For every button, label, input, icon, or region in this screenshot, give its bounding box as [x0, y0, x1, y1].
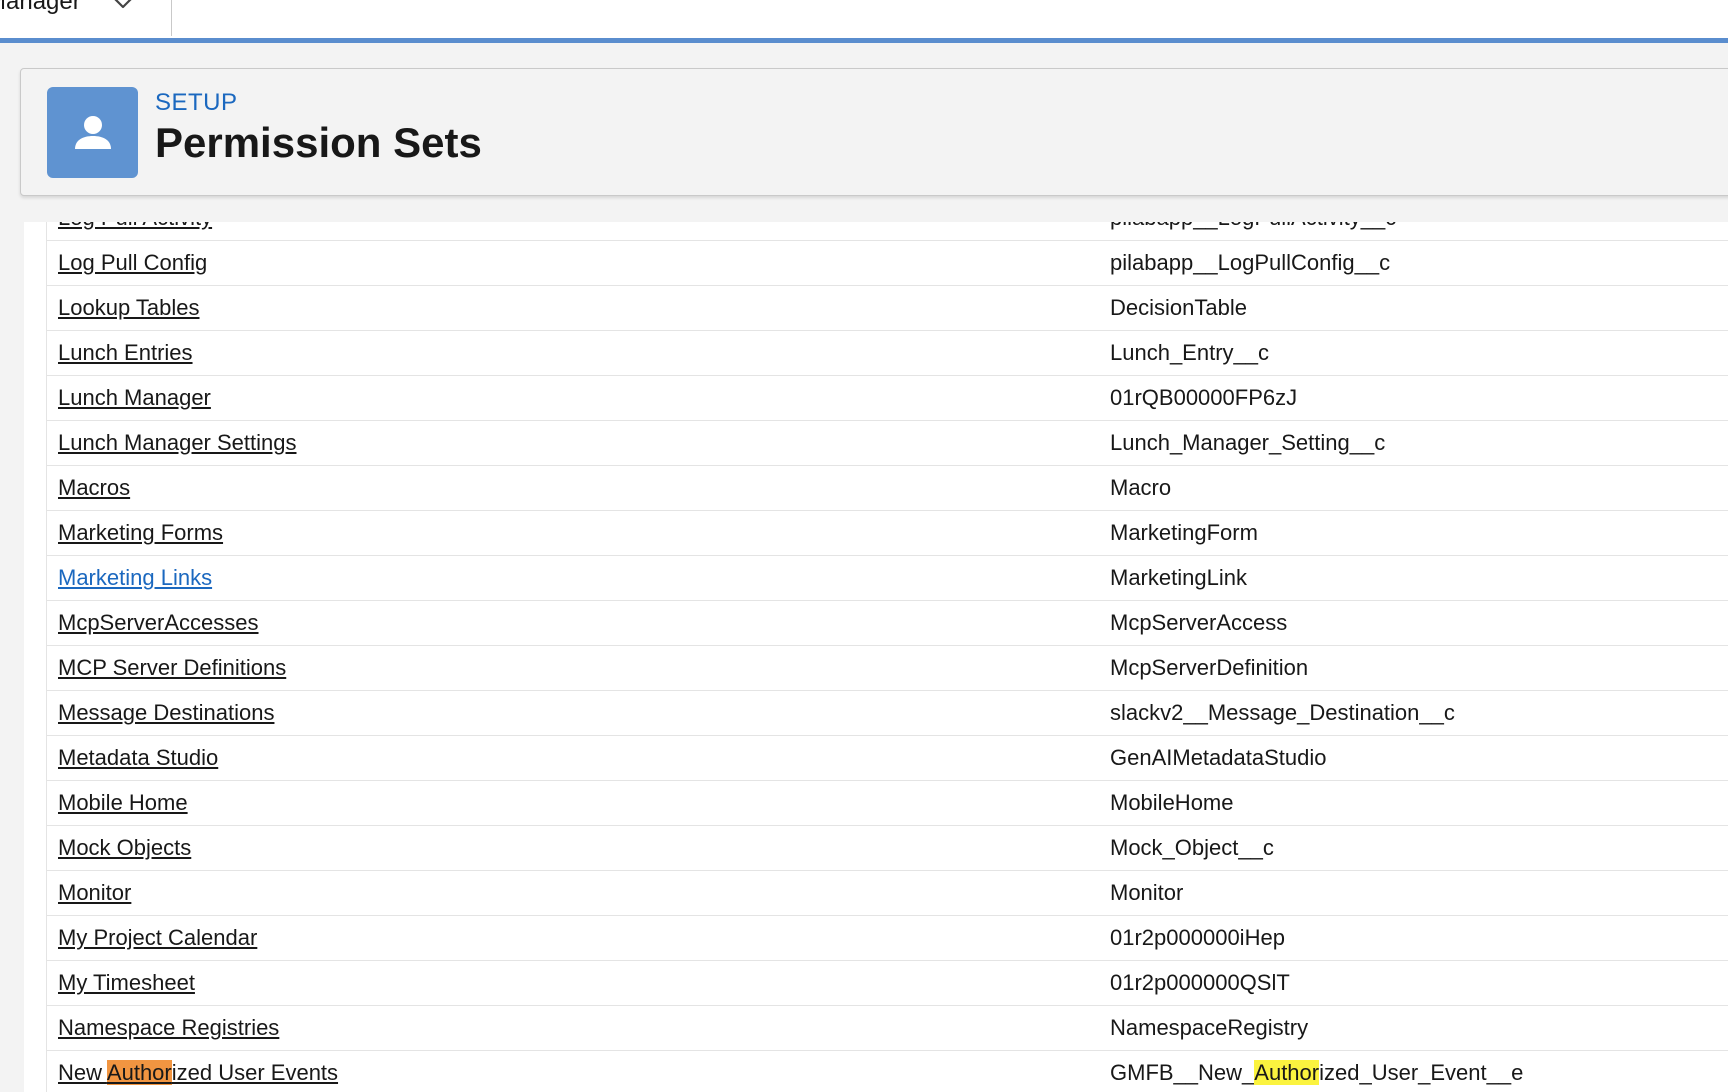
- table-row: Marketing Forms MarketingForm: [47, 511, 1728, 556]
- page-header: SETUP Permission Sets: [20, 68, 1728, 196]
- label-suffix: ized User Events: [171, 1060, 339, 1085]
- app-name[interactable]: Manager: [0, 0, 81, 16]
- api-name-cell: McpServerDefinition: [1110, 655, 1309, 680]
- permission-set-link[interactable]: Monitor: [58, 880, 131, 906]
- permission-set-link[interactable]: Marketing Links: [58, 565, 212, 591]
- api-name-cell: GMFB__New_Authorized_User_Event__e: [1110, 1060, 1523, 1086]
- setup-overline: SETUP: [155, 89, 238, 116]
- permission-set-link[interactable]: My Project Calendar: [58, 925, 257, 951]
- api-name-cell: McpServerAccess: [1110, 610, 1288, 635]
- table-row: Mock Objects Mock_Object__c: [47, 826, 1728, 871]
- api-name-cell: 01r2p000000QSlT: [1110, 970, 1290, 995]
- table-row: Monitor Monitor: [47, 871, 1728, 916]
- table-row: Marketing Links MarketingLink: [47, 556, 1728, 601]
- find-match: Author: [1254, 1060, 1320, 1085]
- label-prefix: New: [58, 1060, 107, 1085]
- table-row: Mobile Home MobileHome: [47, 781, 1728, 826]
- permission-set-link[interactable]: Namespace Registries: [58, 1015, 279, 1041]
- user-icon: [47, 87, 138, 178]
- table-row: Lunch Manager 01rQB00000FP6zJ: [47, 376, 1728, 421]
- table-row: Lunch Manager Settings Lunch_Manager_Set…: [47, 421, 1728, 466]
- permission-set-link[interactable]: MCP Server Definitions: [58, 655, 286, 681]
- api-name-cell: MarketingForm: [1110, 520, 1258, 545]
- api-name-cell: pilabapp__LogPullActivity__c: [1110, 222, 1396, 231]
- permission-set-link[interactable]: Message Destinations: [58, 700, 274, 726]
- permission-set-link[interactable]: Log Pull Activity: [58, 222, 212, 231]
- api-name-cell: DecisionTable: [1110, 295, 1247, 320]
- api-name-cell: GenAIMetadataStudio: [1110, 745, 1327, 770]
- permission-set-link[interactable]: Metadata Studio: [58, 745, 218, 771]
- table-row: My Timesheet 01r2p000000QSlT: [47, 961, 1728, 1006]
- table-row: Namespace Registries NamespaceRegistry: [47, 1006, 1728, 1051]
- api-name-cell: MarketingLink: [1110, 565, 1247, 590]
- table-row: Lunch Entries Lunch_Entry__c: [47, 331, 1728, 376]
- api-name-cell: slackv2__Message_Destination__c: [1110, 700, 1455, 725]
- permission-set-link[interactable]: Lunch Entries: [58, 340, 193, 366]
- table-row: McpServerAccesses McpServerAccess: [47, 601, 1728, 646]
- permission-set-link[interactable]: Mobile Home: [58, 790, 188, 816]
- api-name-cell: Lunch_Manager_Setting__c: [1110, 430, 1386, 455]
- permission-set-link[interactable]: Mock Objects: [58, 835, 191, 861]
- table-row: My Project Calendar 01r2p000000iHep: [47, 916, 1728, 961]
- api-name-cell: Monitor: [1110, 880, 1184, 905]
- permission-set-link[interactable]: Log Pull Config: [58, 250, 207, 276]
- page-title: Permission Sets: [155, 119, 482, 166]
- nav-divider: [171, 0, 172, 36]
- table-row: Log Pull Config pilabapp__LogPullConfig_…: [47, 241, 1728, 286]
- table-row: Log Pull Activity pilabapp__LogPullActiv…: [47, 222, 1728, 241]
- table-row: Message Destinations slackv2__Message_De…: [47, 691, 1728, 736]
- api-prefix: GMFB__New_: [1110, 1060, 1255, 1085]
- permission-set-link[interactable]: Lunch Manager Settings: [58, 430, 297, 456]
- permission-set-link[interactable]: New Authorized User Events: [58, 1060, 338, 1086]
- find-current-match: Author: [106, 1060, 172, 1085]
- permission-set-link[interactable]: McpServerAccesses: [58, 610, 259, 636]
- api-name-cell: Lunch_Entry__c: [1110, 340, 1269, 365]
- permission-set-link[interactable]: Macros: [58, 475, 130, 501]
- api-name-cell: MobileHome: [1110, 790, 1234, 815]
- permission-set-link[interactable]: Lookup Tables: [58, 295, 200, 321]
- api-name-cell: 01r2p000000iHep: [1110, 925, 1285, 950]
- permission-set-link[interactable]: My Timesheet: [58, 970, 195, 996]
- table-row: MCP Server Definitions McpServerDefiniti…: [47, 646, 1728, 691]
- list-table: Log Pull Activity pilabapp__LogPullActiv…: [46, 222, 1728, 1092]
- api-name-cell: Mock_Object__c: [1110, 835, 1274, 860]
- permission-sets-list: Log Pull Activity pilabapp__LogPullActiv…: [24, 222, 1728, 1092]
- table-row: New Authorized User Events GMFB__New_Aut…: [47, 1051, 1728, 1092]
- api-suffix: ized_User_Event__e: [1319, 1060, 1524, 1085]
- permission-set-link[interactable]: Marketing Forms: [58, 520, 223, 546]
- api-name-cell: NamespaceRegistry: [1110, 1015, 1309, 1040]
- chevron-down-icon[interactable]: [112, 0, 134, 14]
- api-name-cell: Macro: [1110, 475, 1172, 500]
- table-row: Lookup Tables DecisionTable: [47, 286, 1728, 331]
- table-row: Macros Macro: [47, 466, 1728, 511]
- table-row: Metadata Studio GenAIMetadataStudio: [47, 736, 1728, 781]
- api-name-cell: pilabapp__LogPullConfig__c: [1110, 250, 1391, 275]
- permission-set-link[interactable]: Lunch Manager: [58, 385, 211, 411]
- top-navigation-bar: Manager: [0, 0, 1728, 36]
- api-name-cell: 01rQB00000FP6zJ: [1110, 385, 1298, 410]
